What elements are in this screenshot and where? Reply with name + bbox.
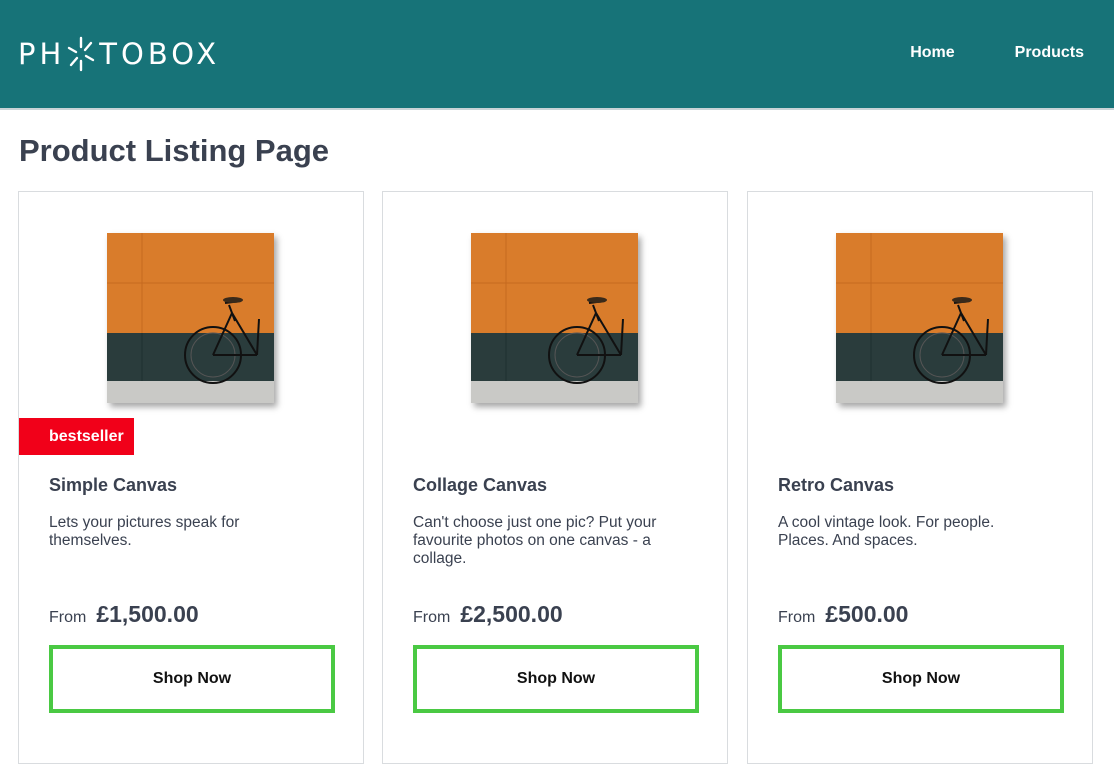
- product-description: Can't choose just one pic? Put your favo…: [413, 514, 657, 567]
- product-card: Retro Canvas A cool vintage look. For pe…: [747, 191, 1093, 764]
- bestseller-badge: bestseller: [19, 418, 134, 455]
- price-prefix: From: [778, 609, 816, 626]
- product-image[interactable]: [836, 233, 1003, 403]
- shop-now-button[interactable]: Shop Now: [413, 645, 699, 713]
- nav-link-products[interactable]: Products: [1015, 44, 1084, 62]
- price-amount: £2,500.00: [460, 601, 563, 627]
- logo-burst-icon: [68, 36, 95, 72]
- logo-text-left: PH: [18, 37, 66, 71]
- logo-text-right: TOBOX: [99, 37, 221, 71]
- shop-now-button[interactable]: Shop Now: [778, 645, 1064, 713]
- price-amount: £500.00: [825, 601, 909, 627]
- product-image[interactable]: [107, 233, 274, 403]
- price-prefix: From: [413, 609, 451, 626]
- product-title[interactable]: Retro Canvas: [778, 475, 894, 496]
- product-price: From £1,500.00: [49, 601, 199, 628]
- nav-link-home[interactable]: Home: [910, 44, 954, 62]
- product-card: Collage Canvas Can't choose just one pic…: [382, 191, 728, 764]
- price-prefix: From: [49, 609, 87, 626]
- page-title: Product Listing Page: [19, 133, 330, 168]
- photobox-logo[interactable]: PH TOBOX: [18, 35, 220, 73]
- product-price: From £500.00: [778, 601, 908, 628]
- price-amount: £1,500.00: [96, 601, 199, 627]
- shop-now-button[interactable]: Shop Now: [49, 645, 335, 713]
- product-price: From £2,500.00: [413, 601, 563, 628]
- product-description: Lets your pictures speak for themselves.: [49, 514, 240, 549]
- site-header: PH TOBOX Home Products: [0, 0, 1114, 110]
- product-image[interactable]: [471, 233, 638, 403]
- product-title[interactable]: Simple Canvas: [49, 475, 177, 496]
- product-description: A cool vintage look. For people. Places.…: [778, 514, 995, 549]
- product-card: bestseller Simple Canvas Lets your pictu…: [18, 191, 364, 764]
- main-nav: Home Products: [910, 44, 1084, 62]
- product-title[interactable]: Collage Canvas: [413, 475, 547, 496]
